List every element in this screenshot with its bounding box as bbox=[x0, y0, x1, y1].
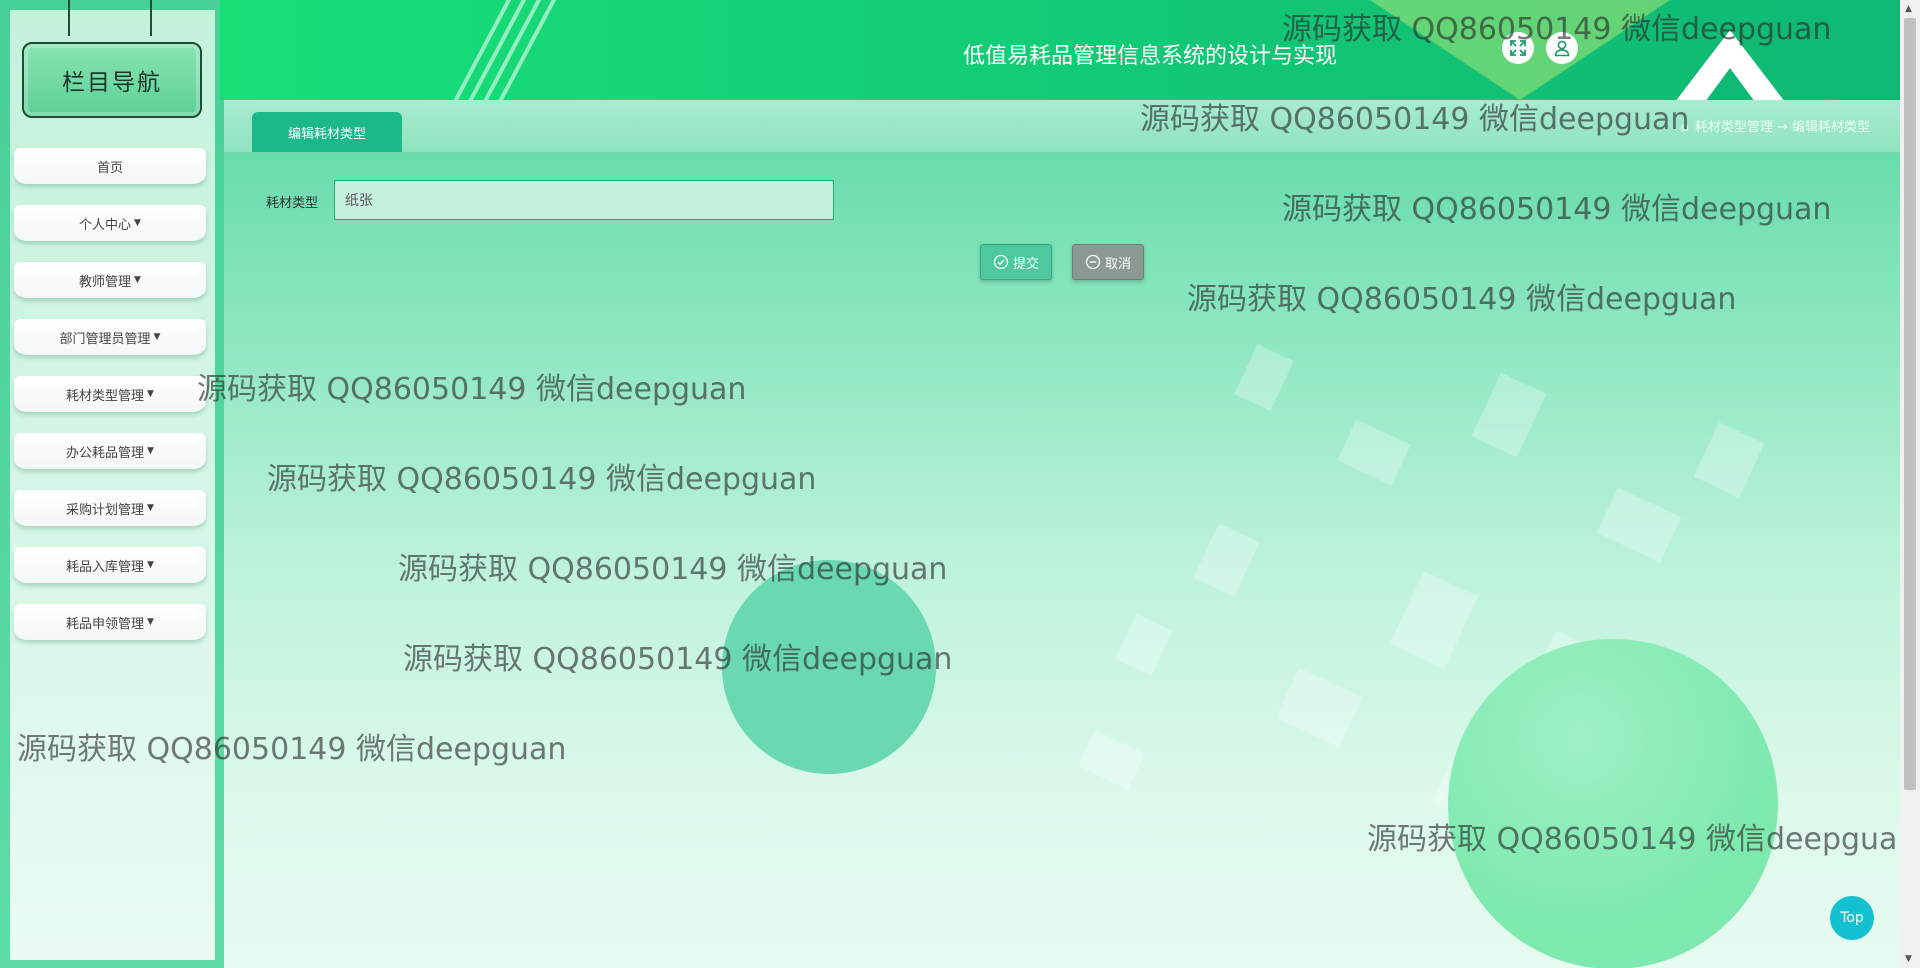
breadcrumb: ⌂ 耗材类型管理 → 编辑耗材类型 bbox=[1681, 116, 1870, 135]
sidebar-item-stock-in-management[interactable]: 耗品入库管理 ▼ bbox=[14, 547, 206, 583]
sidebar-item-home[interactable]: 首页 bbox=[14, 148, 206, 184]
scrollbar-thumb[interactable] bbox=[1904, 18, 1916, 790]
breadcrumb-path: 耗材类型管理 → 编辑耗材类型 bbox=[1694, 120, 1870, 135]
sidebar: 栏目导航 首页 个人中心 ▼ 教师管理 ▼ 部门管理员管理 ▼ 耗材类型管理 ▼… bbox=[0, 0, 224, 968]
caret-down-icon: ▼ bbox=[147, 389, 154, 399]
caret-down-icon: ▼ bbox=[134, 218, 141, 228]
sidebar-item-requisition-management[interactable]: 耗品申领管理 ▼ bbox=[14, 604, 206, 640]
bg-decor bbox=[1389, 571, 1479, 669]
bg-decor bbox=[1275, 667, 1363, 748]
sidebar-item-label: 采购计划管理 bbox=[66, 502, 145, 518]
top-header: 低值易耗品管理信息系统的设计与实现 bbox=[220, 0, 1900, 100]
bg-decor bbox=[1193, 523, 1260, 597]
sidebar-item-teacher-management[interactable]: 教师管理 ▼ bbox=[14, 262, 206, 298]
cancel-button-label: 取消 bbox=[1104, 256, 1131, 272]
sign-hanger-left bbox=[68, 0, 70, 36]
main-content: 编辑耗材类型 ⌂ 耗材类型管理 → 编辑耗材类型 耗材类型 提交 取消 bbox=[224, 100, 1900, 968]
bg-decor bbox=[1337, 419, 1411, 486]
sidebar-item-label: 耗品申领管理 bbox=[66, 616, 145, 632]
submit-button[interactable]: 提交 bbox=[980, 244, 1052, 280]
home-icon[interactable]: ⌂ bbox=[1681, 120, 1689, 135]
scroll-up-arrow-icon[interactable]: ▲ bbox=[1905, 4, 1912, 14]
sidebar-item-label: 首页 bbox=[96, 160, 123, 176]
sidebar-item-label: 教师管理 bbox=[79, 274, 132, 290]
app-title: 低值易耗品管理信息系统的设计与实现 bbox=[962, 44, 1337, 69]
bg-decor bbox=[1471, 372, 1547, 458]
submit-button-label: 提交 bbox=[1012, 256, 1039, 272]
tab-edit-material-type[interactable]: 编辑耗材类型 bbox=[252, 112, 402, 152]
scroll-down-arrow-icon[interactable]: ▼ bbox=[1905, 954, 1912, 964]
check-circle-icon bbox=[993, 254, 1009, 270]
sidebar-item-label: 耗材类型管理 bbox=[66, 388, 145, 404]
sidebar-item-label: 耗品入库管理 bbox=[66, 559, 145, 575]
bg-decor-circle bbox=[1448, 639, 1778, 968]
caret-down-icon: ▼ bbox=[147, 446, 154, 456]
bg-decor-circle bbox=[722, 560, 936, 774]
bg-decor bbox=[1596, 487, 1682, 563]
sidebar-item-label: 办公耗品管理 bbox=[66, 445, 145, 461]
caret-down-icon: ▼ bbox=[147, 560, 154, 570]
expand-arrows-icon bbox=[1510, 40, 1526, 56]
fullscreen-button[interactable] bbox=[1502, 32, 1534, 64]
user-profile-button[interactable] bbox=[1546, 32, 1578, 64]
sidebar-item-personal-center[interactable]: 个人中心 ▼ bbox=[14, 205, 206, 241]
page-scrollbar[interactable]: ▲ ▼ bbox=[1900, 0, 1920, 968]
sidebar-title: 栏目导航 bbox=[22, 42, 202, 118]
material-type-input[interactable] bbox=[334, 180, 834, 220]
sidebar-item-purchase-plan-management[interactable]: 采购计划管理 ▼ bbox=[14, 490, 206, 526]
sidebar-item-label: 个人中心 bbox=[79, 217, 132, 233]
minus-circle-icon bbox=[1085, 254, 1101, 270]
caret-down-icon: ▼ bbox=[153, 332, 161, 342]
sidebar-item-label: 部门管理员管理 bbox=[59, 331, 151, 347]
bg-decor bbox=[1693, 422, 1765, 498]
header-decor-triangle-inner bbox=[1705, 68, 1755, 100]
sign-hanger-right bbox=[150, 0, 152, 36]
cancel-button[interactable]: 取消 bbox=[1072, 244, 1144, 280]
sidebar-item-material-type-management[interactable]: 耗材类型管理 ▼ bbox=[14, 376, 206, 412]
sidebar-item-department-admin-management[interactable]: 部门管理员管理 ▼ bbox=[14, 319, 206, 355]
caret-down-icon: ▼ bbox=[147, 617, 154, 627]
bg-decor bbox=[1234, 344, 1294, 411]
tab-bar: 编辑耗材类型 ⌂ 耗材类型管理 → 编辑耗材类型 bbox=[224, 100, 1900, 153]
material-type-label: 耗材类型 bbox=[266, 196, 319, 211]
caret-down-icon: ▼ bbox=[147, 503, 154, 513]
bg-decor bbox=[1115, 613, 1173, 677]
bg-decor bbox=[1078, 730, 1145, 790]
caret-down-icon: ▼ bbox=[134, 275, 141, 285]
user-icon bbox=[1554, 40, 1570, 57]
sidebar-item-office-supplies-management[interactable]: 办公耗品管理 ▼ bbox=[14, 433, 206, 469]
back-to-top-button[interactable]: Top bbox=[1830, 896, 1874, 940]
